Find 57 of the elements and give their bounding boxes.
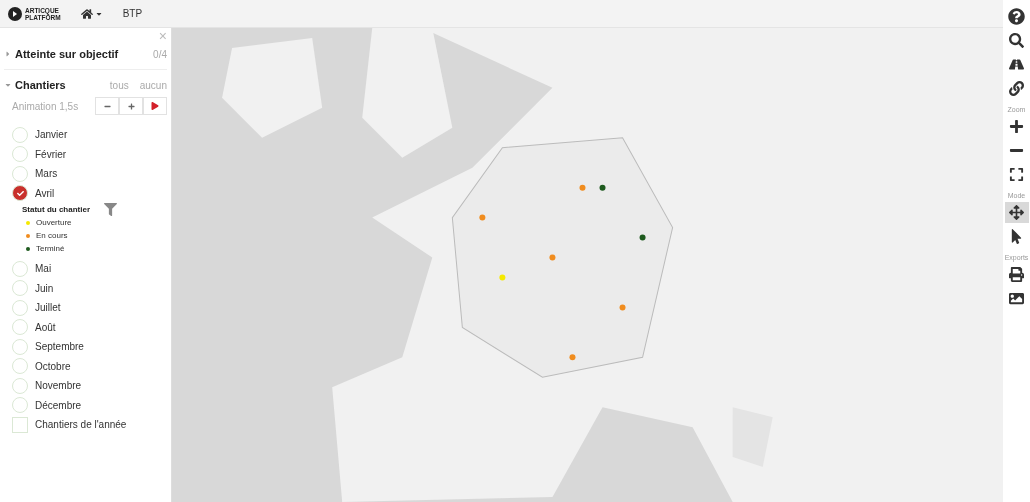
radio-button[interactable]: [12, 299, 28, 316]
month-label[interactable]: Février: [35, 148, 67, 160]
legend-label: Terminé: [36, 244, 65, 253]
move-icon: [1009, 205, 1024, 220]
month-label[interactable]: Novembre: [35, 380, 82, 392]
radio-button[interactable]: [12, 260, 28, 277]
fullscreen-icon: [1009, 167, 1024, 182]
caret-down-icon[interactable]: [4, 81, 12, 89]
radio-button[interactable]: [12, 280, 28, 297]
section-title[interactable]: Chantiers: [15, 79, 99, 91]
plus-icon: [127, 102, 135, 110]
zoom-in-icon: [1009, 119, 1024, 134]
toolbar-button[interactable]: [1004, 202, 1029, 223]
link-icon: [1009, 81, 1024, 96]
filter-icon[interactable]: [104, 203, 117, 216]
radio-button[interactable]: [12, 146, 28, 163]
month-label[interactable]: Janvier: [35, 129, 68, 141]
month-label[interactable]: Septembre: [35, 341, 84, 353]
pointer-icon: [1009, 229, 1024, 244]
check-icon: [16, 189, 24, 197]
home-menu[interactable]: [80, 7, 103, 20]
play-button[interactable]: [143, 97, 167, 115]
caret-right-icon[interactable]: [4, 50, 12, 58]
radio-button[interactable]: [12, 338, 28, 355]
home-icon: [80, 7, 93, 20]
section-count: 0/4: [153, 48, 167, 60]
legend-label: Ouverture: [36, 218, 72, 227]
radio-button[interactable]: [12, 319, 28, 336]
month-label[interactable]: Mai: [35, 263, 52, 275]
month-label[interactable]: Décembre: [35, 399, 82, 411]
month-label[interactable]: Chantiers de l'année: [35, 419, 127, 431]
month-label[interactable]: Juillet: [35, 302, 61, 314]
radio-button[interactable]: [12, 185, 28, 202]
search-icon: [1009, 33, 1024, 48]
month-label[interactable]: Mars: [35, 168, 58, 180]
radio-button[interactable]: [12, 377, 28, 394]
nav-link[interactable]: BTP: [122, 8, 143, 19]
road-icon: [1009, 57, 1024, 72]
radio-button[interactable]: [12, 165, 28, 182]
print-icon: [1009, 267, 1024, 282]
month-label[interactable]: Août: [35, 321, 56, 333]
radio-button[interactable]: [12, 126, 28, 143]
help-icon: [1008, 8, 1025, 25]
logo-icon: [8, 6, 22, 21]
increase-button[interactable]: [119, 97, 143, 115]
section-title[interactable]: Atteinte sur objectif: [15, 48, 151, 60]
legend-label: En cours: [36, 231, 68, 240]
month-label[interactable]: Avril: [35, 187, 55, 199]
legend-title: Statut du chantier: [22, 205, 90, 214]
radio-button[interactable]: [12, 358, 28, 375]
month-label[interactable]: Juin: [35, 282, 54, 294]
animation-label: Animation 1,5s: [12, 100, 80, 112]
image-icon: [1009, 291, 1024, 306]
radio-button[interactable]: [12, 397, 28, 414]
month-label[interactable]: Octobre: [35, 360, 71, 372]
checkbox[interactable]: [12, 416, 28, 433]
play-icon: [151, 102, 159, 110]
